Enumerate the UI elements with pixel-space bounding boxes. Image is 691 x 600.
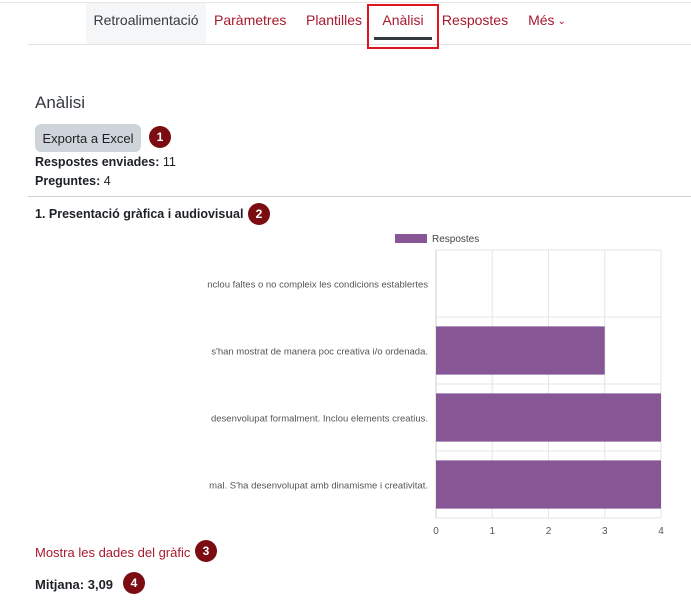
- tab-label: Més: [528, 12, 555, 28]
- x-tick-label: 0: [433, 526, 439, 537]
- tab-mes[interactable]: Més ⌄: [524, 3, 570, 44]
- y-category-label: s'han mostrat de manera poc creativa i/o…: [211, 347, 428, 358]
- tab-label: Paràmetres: [214, 12, 287, 28]
- mean-value: Mitjana: 3,09: [35, 577, 114, 592]
- tab-respostes[interactable]: Respostes: [440, 3, 510, 44]
- x-tick-label: 1: [489, 526, 495, 537]
- legend-swatch: [395, 234, 427, 243]
- callout-marker-4: 4: [123, 572, 145, 594]
- callout-marker-1: 1: [149, 126, 171, 148]
- section-divider: [28, 196, 691, 197]
- tab-label: Retroalimentació: [93, 12, 199, 28]
- callout-marker-2: 2: [248, 203, 270, 225]
- page-title: Anàlisi: [35, 93, 86, 112]
- tab-plantilles[interactable]: Plantilles: [304, 3, 364, 44]
- submitted-value: 11: [162, 155, 176, 169]
- legend-label: Respostes: [432, 234, 479, 245]
- x-tick-label: 3: [602, 526, 608, 537]
- chevron-down-icon: ⌄: [557, 16, 566, 27]
- tab-parametres[interactable]: Paràmetres: [214, 3, 286, 44]
- export-excel-button[interactable]: Exporta a Excel: [35, 124, 141, 152]
- y-category-label: nclou faltes o no compleix les condicion…: [207, 280, 428, 291]
- secondary-navigation: Retroalimentació Paràmetres Plantilles A…: [28, 3, 691, 45]
- questions-label: Preguntes:: [35, 174, 101, 188]
- submitted-label: Respostes enviades:: [35, 155, 160, 169]
- bar: [436, 393, 661, 442]
- highlight-box: [367, 4, 439, 49]
- y-category-label: mal. S'ha desenvolupat amb dinamisme i c…: [209, 481, 428, 492]
- question-title: 1. Presentació gràfica i audiovisual: [35, 207, 244, 221]
- tab-retroalimentacio[interactable]: Retroalimentació: [86, 3, 206, 44]
- callout-marker-3: 3: [195, 540, 217, 562]
- x-tick-label: 4: [658, 526, 664, 537]
- show-chart-data-link[interactable]: Mostra les dades del gràfic: [35, 545, 190, 560]
- questions-value: 4: [103, 174, 111, 188]
- questions-stat: Preguntes: 4: [35, 174, 111, 188]
- tab-label: Plantilles: [305, 12, 363, 28]
- bar: [436, 326, 605, 375]
- x-tick-label: 2: [546, 526, 552, 537]
- bar: [436, 460, 661, 509]
- submitted-stat: Respostes enviades: 11: [35, 155, 176, 169]
- responses-bar-chart: Respostes 0 1 2 3 4 nclou faltes o no compleix…: [207, 234, 664, 537]
- y-category-label: desenvolupat formalment. Inclou elements…: [211, 414, 428, 425]
- tab-label: Respostes: [441, 12, 509, 28]
